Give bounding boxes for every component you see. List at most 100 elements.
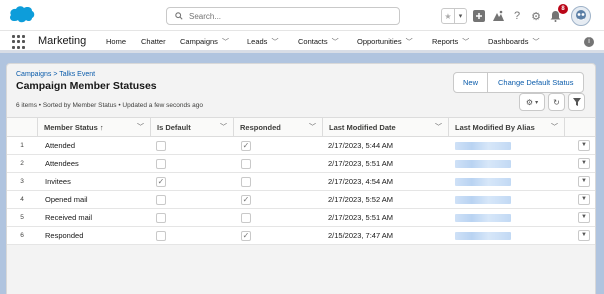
- chevron-down-icon: ▾: [535, 99, 539, 106]
- page-title: Campaign Member Statuses: [16, 80, 157, 92]
- table-row[interactable]: 1 Attended ✓ 2/17/2023, 5:44 AM ▼: [7, 137, 595, 155]
- last-modified-by-alias-redacted: [455, 160, 511, 168]
- chevron-down-icon[interactable]: ﹀: [220, 118, 227, 137]
- row-action-dropdown-icon[interactable]: ▼: [578, 158, 590, 169]
- row-action-dropdown-icon[interactable]: ▼: [578, 230, 590, 241]
- nav-info-icon[interactable]: i: [584, 37, 594, 47]
- nav-item-opportunities[interactable]: Opportunities ﹀: [357, 37, 413, 47]
- row-number: 4: [20, 196, 24, 203]
- row-action-dropdown-icon[interactable]: ▼: [578, 194, 590, 205]
- salesforce-logo[interactable]: [8, 5, 35, 24]
- last-modified-by-alias-redacted: [455, 142, 511, 150]
- refresh-icon: ↻: [553, 97, 560, 107]
- member-status-cell: Received mail: [45, 213, 93, 222]
- app-launcher-icon[interactable]: [12, 35, 26, 49]
- notification-count-badge: 8: [558, 4, 568, 14]
- column-header-member-status[interactable]: Member Status ↑ ﹀: [37, 118, 150, 137]
- is-default-checkbox: [156, 231, 166, 241]
- column-header-responded[interactable]: Responded ﹀: [233, 118, 322, 137]
- nav-item-campaigns[interactable]: Campaigns ﹀: [180, 37, 229, 47]
- nav-item-reports[interactable]: Reports ﹀: [432, 37, 469, 47]
- nav-item-contacts[interactable]: Contacts ﹀: [298, 37, 339, 47]
- chevron-down-icon[interactable]: ﹀: [435, 118, 442, 137]
- last-modified-date-cell: 2/15/2023, 7:47 AM: [328, 231, 394, 240]
- chevron-down-icon[interactable]: ﹀: [271, 39, 278, 46]
- column-header-last-modified-by-alias[interactable]: Last Modified By Alias ﹀: [448, 118, 564, 137]
- list-action-buttons: New Change Default Status: [453, 72, 585, 93]
- is-default-checkbox: [156, 159, 166, 169]
- search-icon: [175, 12, 183, 20]
- chevron-down-icon[interactable]: ﹀: [332, 39, 339, 46]
- favorite-star-icon[interactable]: ★: [442, 9, 454, 23]
- nav-item-chatter[interactable]: Chatter: [141, 37, 166, 46]
- last-modified-date-cell: 2/17/2023, 5:51 AM: [328, 213, 394, 222]
- global-header: ★ ▾ ? ⚙ 8: [0, 0, 604, 31]
- global-search[interactable]: [166, 7, 400, 25]
- chevron-down-icon[interactable]: ﹀: [406, 39, 413, 46]
- responded-checkbox: ✓: [241, 141, 251, 151]
- new-button[interactable]: New: [454, 73, 487, 92]
- row-number: 2: [20, 160, 24, 167]
- table-header: Member Status ↑ ﹀ Is Default ﹀ Responded…: [7, 117, 595, 137]
- responded-checkbox: ✓: [241, 231, 251, 241]
- member-status-table: Member Status ↑ ﹀ Is Default ﹀ Responded…: [7, 117, 595, 245]
- last-modified-date-cell: 2/17/2023, 5:52 AM: [328, 195, 394, 204]
- breadcrumb[interactable]: Campaigns > Talks Event: [16, 71, 95, 78]
- table-row[interactable]: 2 Attendees 2/17/2023, 5:51 AM ▼: [7, 155, 595, 173]
- is-default-checkbox: [156, 213, 166, 223]
- filter-button[interactable]: [568, 93, 585, 111]
- row-action-dropdown-icon[interactable]: ▼: [578, 212, 590, 223]
- row-action-dropdown-icon[interactable]: ▼: [578, 176, 590, 187]
- nav-item-dashboards[interactable]: Dashboards ﹀: [488, 37, 539, 47]
- responded-checkbox: [241, 177, 251, 187]
- favorites-group: ★ ▾: [441, 8, 467, 24]
- member-status-cell: Opened mail: [45, 195, 88, 204]
- refresh-button[interactable]: ↻: [548, 93, 565, 111]
- table-row[interactable]: 5 Received mail 2/17/2023, 5:51 AM ▼: [7, 209, 595, 227]
- column-header-is-default[interactable]: Is Default ﹀: [150, 118, 233, 137]
- chevron-down-icon[interactable]: ﹀: [309, 118, 316, 137]
- is-default-checkbox: [156, 195, 166, 205]
- sort-ascending-icon: ↑: [99, 123, 104, 132]
- last-modified-date-cell: 2/17/2023, 5:44 AM: [328, 141, 394, 150]
- member-status-cell: Attendees: [45, 159, 79, 168]
- row-action-dropdown-icon[interactable]: ▼: [578, 140, 590, 151]
- responded-checkbox: [241, 213, 251, 223]
- is-default-checkbox: ✓: [156, 177, 166, 187]
- filter-icon: [572, 98, 581, 106]
- notifications-bell-icon[interactable]: 8: [548, 4, 568, 23]
- row-number: 5: [20, 214, 24, 221]
- nav-item-home[interactable]: Home: [106, 37, 126, 46]
- member-status-cell: Attended: [45, 141, 76, 150]
- app-name: Marketing: [38, 35, 87, 47]
- chevron-down-icon[interactable]: ﹀: [222, 39, 229, 46]
- chevron-down-icon[interactable]: ﹀: [137, 118, 144, 137]
- column-header-actions: [564, 118, 595, 137]
- responded-checkbox: ✓: [241, 195, 251, 205]
- global-actions-icon[interactable]: [472, 9, 486, 23]
- table-row[interactable]: 4 Opened mail ✓ 2/17/2023, 5:52 AM ▼: [7, 191, 595, 209]
- responded-checkbox: [241, 159, 251, 169]
- search-input[interactable]: [189, 11, 389, 21]
- help-icon[interactable]: ?: [510, 9, 524, 23]
- table-row[interactable]: 6 Responded ✓ 2/15/2023, 7:47 AM ▼: [7, 227, 595, 245]
- chevron-down-icon[interactable]: ﹀: [551, 118, 558, 137]
- member-status-cell: Invitees: [45, 177, 71, 186]
- change-default-status-button[interactable]: Change Default Status: [487, 73, 583, 92]
- last-modified-by-alias-redacted: [455, 178, 511, 186]
- favorites-dropdown-icon[interactable]: ▾: [454, 9, 466, 23]
- nav-item-leads[interactable]: Leads ﹀: [247, 37, 278, 47]
- user-avatar[interactable]: [571, 6, 591, 26]
- setup-gear-icon[interactable]: ⚙: [529, 9, 543, 23]
- chevron-down-icon[interactable]: ﹀: [462, 39, 469, 46]
- last-modified-by-alias-redacted: [455, 214, 511, 222]
- trailhead-icon[interactable]: [491, 9, 505, 23]
- app-navigation: Marketing Home Chatter Campaigns ﹀ Leads ﹀…: [0, 31, 604, 53]
- is-default-checkbox: [156, 141, 166, 151]
- related-list-card: Campaigns > Talks Event Campaign Member …: [6, 63, 596, 294]
- list-settings-button[interactable]: ⚙ ▾: [519, 93, 545, 111]
- last-modified-by-alias-redacted: [455, 232, 511, 240]
- column-header-last-modified-date[interactable]: Last Modified Date ﹀: [322, 118, 448, 137]
- chevron-down-icon[interactable]: ﹀: [532, 39, 539, 46]
- table-row[interactable]: 3 Invitees ✓ 2/17/2023, 4:54 AM ▼: [7, 173, 595, 191]
